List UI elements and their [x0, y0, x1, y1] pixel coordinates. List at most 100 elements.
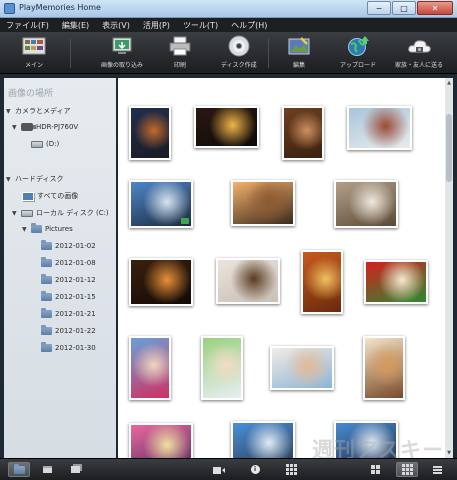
photo-thumbnail[interactable] [201, 336, 243, 400]
folder-item[interactable]: 2012-01-22 [41, 325, 96, 335]
photo-thumbnail[interactable] [363, 336, 405, 400]
photo-thumbnail[interactable] [129, 180, 193, 228]
drive-icon [31, 140, 43, 148]
vertical-scrollbar[interactable]: ▲ ▼ [445, 78, 453, 458]
folder-icon [41, 240, 52, 250]
folder-item[interactable]: 2012-01-12 [41, 274, 96, 284]
photo-thumbnail[interactable] [282, 106, 324, 160]
import-button[interactable]: 画像の取り込み [101, 35, 143, 69]
printer-icon [168, 35, 192, 57]
globe-upload-icon [346, 35, 370, 57]
upload-button[interactable]: アップロード [340, 35, 376, 69]
folder-icon [13, 463, 25, 474]
folder-label: 2012-01-15 [55, 293, 96, 301]
photo-thumbnail[interactable] [129, 106, 171, 160]
import-media-button[interactable] [208, 462, 230, 477]
photo-thumbnail[interactable] [216, 258, 280, 304]
main-label: メイン [24, 62, 43, 69]
tree-label: カメラとメディア [15, 107, 71, 115]
scroll-down-icon[interactable]: ▼ [446, 450, 452, 456]
photo-thumbnail[interactable] [231, 180, 295, 226]
folder-icon [41, 325, 52, 335]
folder-icon [41, 342, 52, 352]
tree-camera-drive[interactable]: (D:) [31, 140, 59, 148]
grid-icon [401, 464, 413, 475]
photo-thumbnail[interactable] [347, 106, 412, 150]
tree-label: Pictures [45, 225, 73, 233]
upload-label: アップロード [340, 62, 377, 69]
disc-label: ディスク作成 [221, 62, 257, 69]
medium-grid-button[interactable] [396, 462, 418, 477]
tree-label: ローカル ディスク (C:) [36, 209, 109, 217]
disc-button[interactable]: ディスク作成 [221, 35, 257, 69]
menu-use[interactable]: 活用(P) [143, 20, 170, 31]
tree-pictures[interactable]: ▼ Pictures [22, 223, 73, 233]
list-view-button[interactable] [426, 462, 448, 477]
collapse-arrow-icon[interactable]: ▼ [12, 124, 18, 131]
edit-button[interactable]: 編集 [287, 35, 311, 69]
info-button[interactable]: i [244, 462, 266, 477]
menu-edit[interactable]: 編集(E) [62, 20, 89, 31]
grid-icon [285, 464, 297, 475]
folder-icon [41, 291, 52, 301]
folder-item[interactable]: 2012-01-30 [41, 342, 96, 352]
photo-thumbnail[interactable] [270, 346, 334, 390]
menubar: ファイル(F) 編集(E) 表示(V) 活用(P) ツール(T) ヘルプ(H) [0, 18, 457, 32]
tree-label: HDR-PJ760V [36, 123, 79, 131]
share-label: 家族・友人に送る [395, 62, 444, 69]
photo-thumbnail[interactable] [334, 180, 398, 228]
folder-item[interactable]: 2012-01-21 [41, 308, 96, 318]
collapse-arrow-icon[interactable]: ▼ [12, 210, 18, 217]
thumbnail-grid [118, 78, 445, 458]
photo-thumbnail[interactable] [129, 336, 171, 400]
photo-thumbnail[interactable] [301, 250, 343, 314]
toolbar-divider [268, 38, 269, 68]
menu-view[interactable]: 表示(V) [102, 20, 130, 31]
photo-thumbnail[interactable] [364, 260, 428, 304]
photo-thumbnail[interactable] [129, 423, 193, 458]
minimize-button[interactable]: − [367, 1, 391, 15]
stack-view-button[interactable] [64, 462, 86, 477]
folder-icon [41, 274, 52, 284]
main-button[interactable]: メイン [22, 35, 46, 69]
collapse-arrow-icon[interactable]: ▼ [6, 176, 12, 183]
menu-tools[interactable]: ツール(T) [183, 20, 218, 31]
tree-local-disk[interactable]: ▼ ローカル ディスク (C:) [12, 208, 109, 218]
share-button[interactable]: 家族・友人に送る [395, 35, 443, 69]
photo-thumbnail[interactable] [129, 258, 193, 306]
large-grid-icon [370, 465, 380, 474]
tree-label: ハードディスク [15, 175, 64, 183]
tree-all-images[interactable]: すべての画像 [22, 191, 78, 201]
large-grid-button[interactable] [364, 462, 386, 477]
scroll-up-icon[interactable]: ▲ [446, 80, 452, 86]
camera-arrow-icon [213, 466, 225, 474]
images-icon [22, 191, 34, 201]
folder-label: 2012-01-22 [55, 327, 96, 335]
photo-thumbnail[interactable] [231, 421, 295, 458]
tree-hard-disk[interactable]: ▼ ハードディスク [6, 174, 64, 184]
photo-thumbnail[interactable] [194, 106, 259, 148]
window-titlebar[interactable]: PlayMemories Home − □ ✕ [0, 0, 457, 18]
print-button[interactable]: 印刷 [168, 35, 192, 69]
folder-icon [31, 223, 42, 233]
folder-item[interactable]: 2012-01-15 [41, 291, 96, 301]
folder-item[interactable]: 2012-01-08 [41, 257, 96, 267]
folder-view-button[interactable] [8, 462, 30, 477]
scroll-thumb[interactable] [446, 114, 452, 182]
video-badge-icon [181, 218, 189, 224]
collapse-arrow-icon[interactable]: ▼ [6, 108, 12, 115]
app-icon [4, 3, 15, 14]
calendar-view-button[interactable] [36, 462, 58, 477]
close-button[interactable]: ✕ [417, 1, 453, 15]
folder-item[interactable]: 2012-01-02 [41, 240, 96, 250]
folder-label: 2012-01-02 [55, 242, 96, 250]
menu-help[interactable]: ヘルプ(H) [231, 20, 267, 31]
collapse-arrow-icon[interactable]: ▼ [22, 226, 28, 233]
tree-camera-media[interactable]: ▼ カメラとメディア [6, 106, 71, 116]
maximize-button[interactable]: □ [392, 1, 416, 15]
toolbar: メイン 画像の取り込み 印刷 ディスク作成 編集 アップロード 家族・友人に送る [0, 32, 457, 74]
menu-file[interactable]: ファイル(F) [6, 20, 49, 31]
tree-camera-device[interactable]: ▼ HDR-PJ760V [12, 123, 78, 131]
small-grid-button[interactable] [280, 462, 302, 477]
stack-icon [70, 466, 80, 473]
